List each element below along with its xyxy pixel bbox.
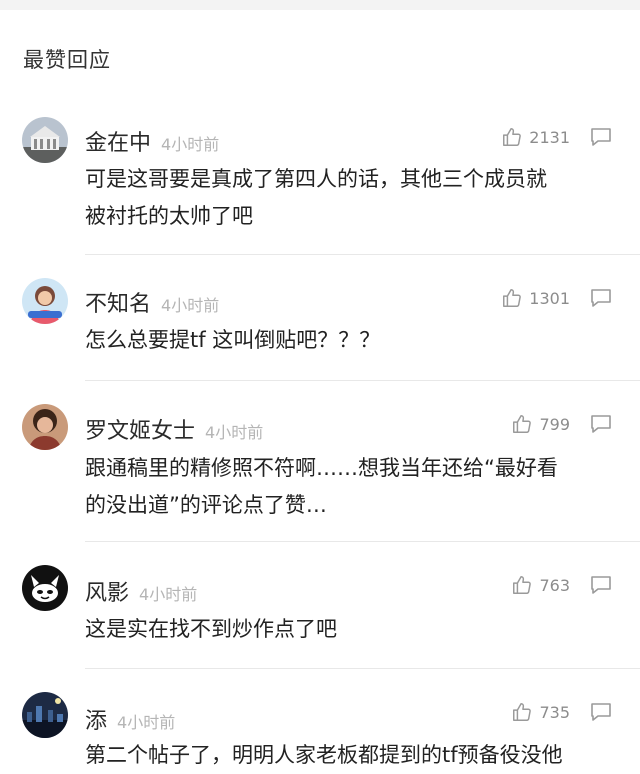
comment-time: 4小时前 <box>139 585 198 604</box>
thumbs-up-icon <box>513 415 532 433</box>
thumbs-up-icon <box>513 576 532 594</box>
divider <box>85 668 640 669</box>
like-button[interactable]: 2131 <box>501 126 570 148</box>
like-count: 735 <box>539 702 570 722</box>
building-avatar[interactable] <box>22 117 68 163</box>
like-button[interactable]: 799 <box>511 413 570 435</box>
section-title: 最赞回应 <box>23 48 111 72</box>
reply-icon[interactable] <box>590 702 612 722</box>
thumbs-up-icon <box>503 128 522 146</box>
comment-author[interactable]: 金在中 4小时前 <box>85 125 219 157</box>
lady-avatar[interactable] <box>22 404 68 450</box>
reply-icon[interactable] <box>590 575 612 595</box>
divider <box>85 254 640 255</box>
like-count: 799 <box>539 414 570 434</box>
thumbs-up-icon <box>503 289 522 307</box>
like-button[interactable]: 735 <box>511 701 570 723</box>
comment-author[interactable]: 罗文姬女士 4小时前 <box>85 413 263 445</box>
reply-icon[interactable] <box>590 288 612 308</box>
cat-avatar[interactable] <box>22 565 68 611</box>
woman-avatar[interactable] <box>22 278 68 324</box>
comment-text: 第二个帖子了，明明人家老板都提到的tf预备役没他 <box>85 743 563 767</box>
divider <box>85 380 640 381</box>
thumbs-up-icon <box>513 703 532 721</box>
like-count: 2131 <box>529 127 570 147</box>
comment-time: 4小时前 <box>161 296 220 315</box>
reply-icon[interactable] <box>590 127 612 147</box>
comment-author[interactable]: 添 4小时前 <box>85 703 175 735</box>
reply-icon[interactable] <box>590 414 612 434</box>
comment-text: 这是实在找不到炒作点了吧 <box>85 617 337 641</box>
like-count: 1301 <box>529 288 570 308</box>
like-button[interactable]: 763 <box>511 574 570 596</box>
like-count: 763 <box>539 575 570 595</box>
comment-time: 4小时前 <box>205 423 264 442</box>
top-strip <box>0 0 640 10</box>
comment-author[interactable]: 风影 4小时前 <box>85 575 197 607</box>
divider <box>85 541 640 542</box>
comment-author[interactable]: 不知名 4小时前 <box>85 286 219 318</box>
comment-text: 可是这哥要是真成了第四人的话，其他三个成员就 被衬托的太帅了吧 <box>85 167 547 228</box>
comment-text: 跟通稿里的精修照不符啊……想我当年还给“最好看 的没出道”的评论点了赞… <box>85 456 558 517</box>
like-button[interactable]: 1301 <box>501 287 570 309</box>
comment-text: 怎么总要提tf 这叫倒贴吧？？？ <box>85 328 381 352</box>
night-city-avatar[interactable] <box>22 692 68 738</box>
comment-time: 4小时前 <box>117 713 176 732</box>
comment-time: 4小时前 <box>161 135 220 154</box>
